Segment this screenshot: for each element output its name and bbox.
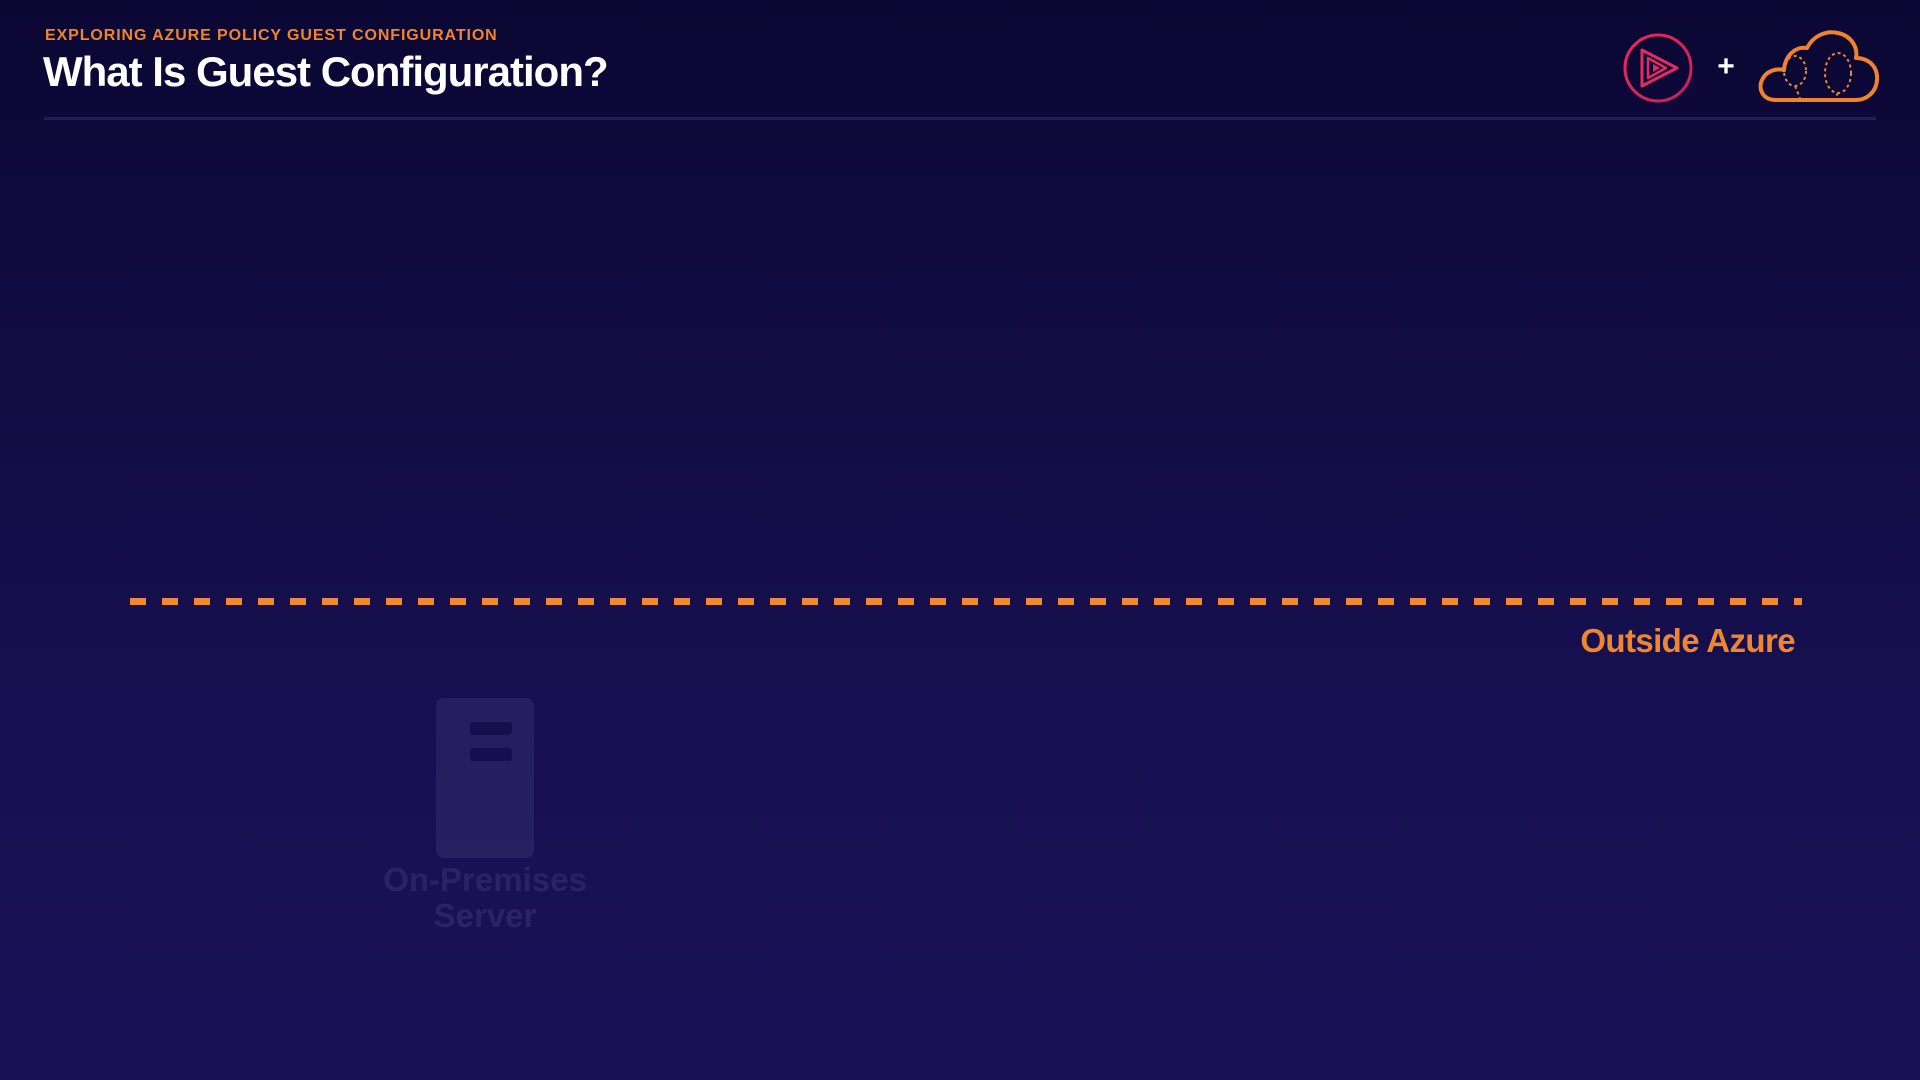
on-premises-server: On-Premises Server (360, 690, 610, 940)
server-label-line2: Server (433, 897, 537, 934)
slide-title: What Is Guest Configuration? (43, 48, 609, 95)
plus-sign: + (1717, 50, 1735, 83)
section-kicker: EXPLORING AZURE POLICY GUEST CONFIGURATI… (45, 27, 498, 44)
azure-boundary-line (130, 598, 1802, 605)
slide-header: EXPLORING AZURE POLICY GUEST CONFIGURATI… (0, 0, 1920, 125)
header-divider (44, 117, 1876, 120)
server-label: On-Premises Server (360, 862, 610, 934)
outside-azure-label: Outside Azure (1580, 622, 1795, 659)
server-slot (470, 722, 512, 735)
play-circle-icon (1623, 33, 1693, 103)
server-slot (470, 748, 512, 761)
server-icon (436, 698, 534, 858)
cloud-balloon-icon (1758, 30, 1880, 102)
server-label-line1: On-Premises (383, 861, 587, 898)
brand-logos: + (1620, 28, 1880, 108)
